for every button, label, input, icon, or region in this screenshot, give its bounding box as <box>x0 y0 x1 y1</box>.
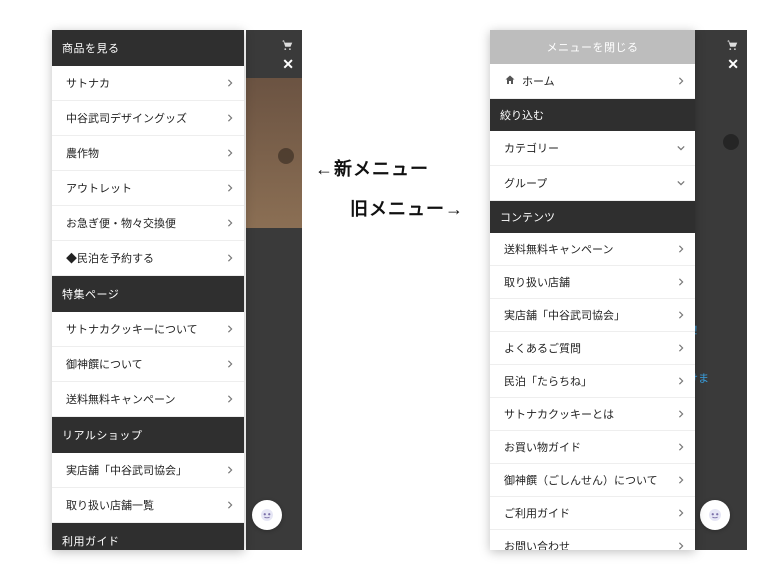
menu-item[interactable]: 取り扱い店舗 <box>490 266 695 299</box>
menu-item[interactable]: 実店舗「中谷武司協会」 <box>52 453 244 488</box>
menu-section-header: 商品を見る <box>52 30 244 66</box>
menu-item[interactable]: 御神饌（ごしんせん）について <box>490 464 695 497</box>
annotation-old-menu: 旧メニュー→ <box>350 195 464 221</box>
menu-item[interactable]: サトナカクッキーについて <box>52 312 244 347</box>
chevron-right-icon <box>677 278 685 286</box>
menu-item[interactable]: お買い物ガイド <box>490 431 695 464</box>
menu-item[interactable]: ◆民泊を予約する <box>52 241 244 276</box>
chevron-right-icon <box>226 360 234 368</box>
menu-item-label: 御神饌（ごしんせん）について <box>504 472 658 488</box>
close-icon[interactable]: ✕ <box>727 56 739 73</box>
menu-item-label: グループ <box>504 175 547 191</box>
menu-item-label: お急ぎ便・物々交換便 <box>66 215 176 231</box>
menu-item-label: 中谷武司デザイングッズ <box>66 110 187 126</box>
chevron-right-icon <box>677 245 685 253</box>
menu-item[interactable]: 御神饌について <box>52 347 244 382</box>
chevron-right-icon <box>677 509 685 517</box>
cart-icon <box>280 38 294 52</box>
menu-item-label: 送料無料キャンペーン <box>504 241 613 257</box>
chevron-right-icon <box>677 77 685 85</box>
menu-item-label: 取り扱い店舗一覧 <box>66 497 154 513</box>
chevron-right-icon <box>677 311 685 319</box>
menu-item[interactable]: アウトレット <box>52 171 244 206</box>
chevron-down-icon <box>677 179 685 187</box>
menu-item-label: 取り扱い店舗 <box>504 274 570 290</box>
menu-item[interactable]: サトナカクッキーとは <box>490 398 695 431</box>
chevron-right-icon <box>226 219 234 227</box>
new-menu-panel: 商品を見るサトナカ中谷武司デザイングッズ農作物アウトレットお急ぎ便・物々交換便 ◆… <box>52 30 244 550</box>
menu-item[interactable]: サトナカ <box>52 66 244 101</box>
chevron-right-icon <box>226 149 234 157</box>
menu-item-label: お買い物ガイド <box>504 439 581 455</box>
chevron-right-icon <box>677 542 685 550</box>
menu-item[interactable]: 民泊「たらちね」 <box>490 365 695 398</box>
menu-item[interactable]: 中谷武司デザイングッズ <box>52 101 244 136</box>
chevron-right-icon <box>226 466 234 474</box>
background-screen-left: ✕ 中です！ トナカが だけま <box>246 30 302 550</box>
menu-section-header: コンテンツ <box>490 201 695 233</box>
menu-item-label: 民泊「たらちね」 <box>504 373 592 389</box>
bg-text: こだけま <box>695 370 709 386</box>
menu-item-label: サトナカクッキーについて <box>66 321 198 337</box>
close-menu-button[interactable]: メニューを閉じる <box>490 30 695 64</box>
chevron-right-icon <box>677 344 685 352</box>
menu-item[interactable]: お問い合わせ <box>490 530 695 550</box>
carousel-next-icon[interactable] <box>723 134 739 150</box>
bg-text: pです！ <box>695 322 704 338</box>
menu-item-label: カテゴリー <box>504 140 559 156</box>
menu-item-label: お問い合わせ <box>504 538 570 550</box>
menu-item[interactable]: 実店舗「中谷武司協会」 <box>490 299 695 332</box>
menu-item-label: アウトレット <box>66 180 132 196</box>
menu-item-label: ◆民泊を予約する <box>66 250 154 266</box>
menu-section-header: 絞り込む <box>490 99 695 131</box>
chat-widget-icon[interactable] <box>700 500 730 530</box>
menu-item-label: 農作物 <box>66 145 99 161</box>
close-icon[interactable]: ✕ <box>282 56 294 73</box>
chevron-right-icon <box>226 79 234 87</box>
chevron-right-icon <box>677 410 685 418</box>
menu-section-header: 利用ガイド <box>52 523 244 550</box>
chevron-right-icon <box>226 254 234 262</box>
carousel-next-icon[interactable] <box>278 148 294 164</box>
chevron-right-icon <box>677 377 685 385</box>
chevron-right-icon <box>677 476 685 484</box>
old-menu-panel: メニューを閉じるホーム絞り込むカテゴリーグループコンテンツ送料無料キャンペーン取… <box>490 30 695 550</box>
menu-item-label: サトナカ <box>66 75 110 91</box>
menu-item[interactable]: 取り扱い店舗一覧 <box>52 488 244 523</box>
chevron-down-icon <box>677 144 685 152</box>
menu-item-label: 実店舗「中谷武司協会」 <box>66 462 187 478</box>
menu-item[interactable]: 農作物 <box>52 136 244 171</box>
chevron-right-icon <box>226 325 234 333</box>
chevron-right-icon <box>677 443 685 451</box>
bg-text: な <box>695 516 696 532</box>
chevron-right-icon <box>226 501 234 509</box>
chevron-right-icon <box>226 114 234 122</box>
menu-item-label: 御神饌について <box>66 356 143 372</box>
menu-item[interactable]: グループ <box>490 166 695 201</box>
background-screen-right: ✕ pです！ こだけま な <box>695 30 747 550</box>
menu-item[interactable]: ご利用ガイド <box>490 497 695 530</box>
chevron-right-icon <box>226 184 234 192</box>
menu-item-label: 送料無料キャンペーン <box>66 391 175 407</box>
menu-item-label: ご利用ガイド <box>504 505 570 521</box>
menu-item-label: ホーム <box>522 73 555 89</box>
menu-item-label: よくあるご質問 <box>504 340 581 356</box>
menu-item[interactable]: よくあるご質問 <box>490 332 695 365</box>
home-icon <box>504 74 516 89</box>
menu-section-header: 特集ページ <box>52 276 244 312</box>
menu-item[interactable]: 送料無料キャンペーン <box>490 233 695 266</box>
chat-widget-icon[interactable] <box>252 500 282 530</box>
annotation-new-menu: ←新メニュー <box>315 155 429 181</box>
chevron-right-icon <box>226 395 234 403</box>
menu-item[interactable]: カテゴリー <box>490 131 695 166</box>
menu-item-label: サトナカクッキーとは <box>504 406 614 422</box>
menu-section-header: リアルショップ <box>52 417 244 453</box>
menu-item-home[interactable]: ホーム <box>490 64 695 99</box>
cart-icon <box>725 38 739 52</box>
menu-item[interactable]: お急ぎ便・物々交換便 <box>52 206 244 241</box>
menu-item[interactable]: 送料無料キャンペーン <box>52 382 244 417</box>
menu-item-label: 実店舗「中谷武司協会」 <box>504 307 625 323</box>
